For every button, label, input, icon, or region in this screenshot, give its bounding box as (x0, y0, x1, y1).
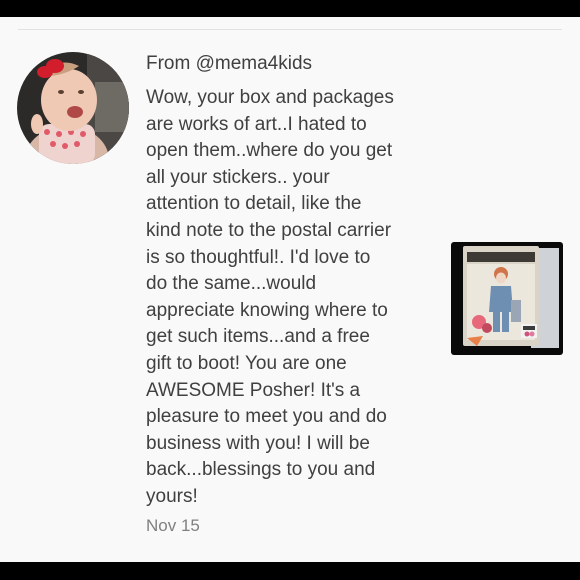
review-message-line: do the same...would (146, 273, 317, 295)
review-message-line: appreciate knowing where to (146, 299, 388, 321)
review-card: From @mema4kids Wow, your box and packag… (0, 17, 580, 562)
review-message-line: open them..where do you get (146, 140, 393, 162)
review-message-line: AWESOME Posher! It's a (146, 379, 361, 401)
review-message-line: are works of art..I hated to (146, 113, 367, 135)
review-message-line: back...blessings to you and (146, 459, 376, 481)
review-message-line: attention to detail, like the (146, 193, 362, 215)
review-message-line: pleasure to meet you and do (146, 406, 387, 428)
review-message-line: yours! (146, 485, 198, 507)
review-message-line: get such items...and a free (146, 326, 370, 348)
review-message: Wow, your box and packages are works of … (146, 85, 436, 511)
review-message-line: gift to boot! You are one (146, 352, 347, 374)
listing-thumbnail[interactable] (451, 242, 563, 355)
doll-box-photo-icon (451, 242, 563, 355)
review-message-line: Wow, your box and packages (146, 87, 394, 108)
top-divider (18, 29, 562, 30)
review-author: From @mema4kids (146, 53, 313, 74)
avatar-photo-icon (17, 52, 129, 164)
review-message-line: kind note to the postal carrier (146, 219, 392, 241)
review-date: Nov 15 (146, 516, 200, 535)
user-avatar[interactable] (17, 52, 129, 164)
review-message-line: all your stickers.. your (146, 166, 330, 188)
review-message-line: is so thoughtful!. I'd love to (146, 246, 371, 268)
review-message-line: business with you! I will be (146, 432, 370, 454)
